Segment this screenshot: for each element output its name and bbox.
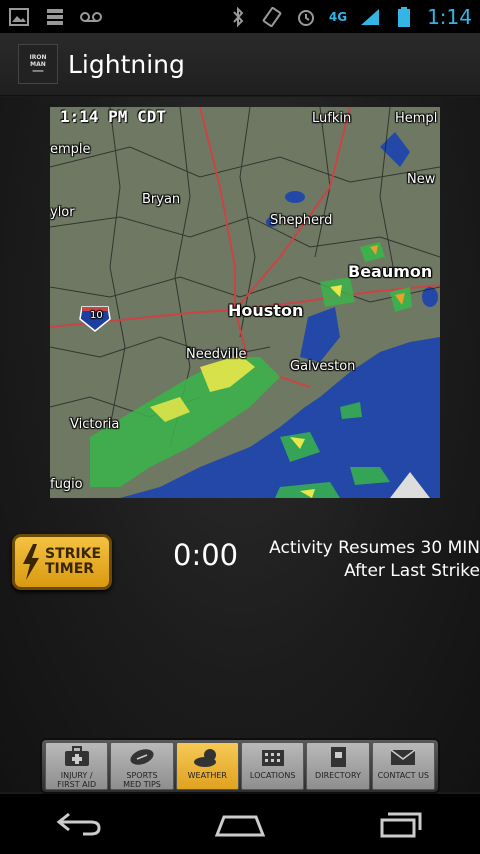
signal-icon [359, 7, 381, 27]
tab-label: LOCATIONS [249, 771, 296, 780]
map-label-refugio: fugio [50, 477, 83, 492]
tab-injury-first-aid[interactable]: INJURY / FIRST AID [45, 742, 109, 790]
tab-label: FIRST AID [57, 780, 97, 789]
tab-sports-med-tips[interactable]: SPORTS MED TIPS [110, 742, 174, 790]
network-type: 4G [328, 9, 348, 24]
strike-timer-button[interactable]: STRIKE TIMER [12, 534, 112, 590]
image-icon [8, 7, 30, 27]
system-nav-bar [0, 794, 480, 854]
bottom-tab-bar: INJURY / FIRST AID SPORTS MED TIPS WEATH… [40, 738, 440, 794]
page-title: Lightning [68, 49, 185, 79]
strike-button-line2: TIMER [45, 561, 95, 577]
action-bar: IRON MAN ━━━ Lightning [0, 33, 480, 96]
map-timestamp: 1:14 PM CDT [60, 107, 166, 126]
tab-label: INJURY / [60, 771, 93, 780]
ironman-logo-icon[interactable]: IRON MAN ━━━ [18, 44, 58, 84]
tab-directory[interactable]: DIRECTORY [306, 742, 370, 790]
map-label-temple: emple [50, 142, 91, 157]
status-clock: 1:14 [427, 4, 472, 29]
recent-apps-button[interactable] [370, 804, 430, 844]
weather-icon [194, 749, 217, 767]
tab-label: SPORTS [126, 771, 158, 780]
tab-label: MED TIPS [123, 780, 161, 789]
tab-locations[interactable]: LOCATIONS [240, 742, 305, 790]
status-bar: 4G 1:14 [0, 0, 480, 33]
rotate-icon [261, 6, 283, 27]
home-button[interactable] [210, 804, 270, 844]
tab-label: CONTACT US [377, 771, 430, 780]
interstate-number: 10 [90, 310, 103, 321]
lightning-radar-map: 1:14 PM CDT Lufkin Hempl emple Bryan ylo… [50, 107, 440, 498]
resume-line1: Activity Resumes 30 MIN [269, 538, 480, 558]
map-label-lufkin: Lufkin [312, 111, 352, 126]
tab-weather[interactable]: WEATHER [175, 742, 239, 790]
envelope-icon [390, 749, 416, 765]
map-label-beaumont: Beaumon [348, 262, 433, 281]
voicemail-icon [80, 7, 102, 27]
map-label-galveston: Galveston [290, 359, 356, 374]
back-button[interactable] [50, 804, 110, 844]
home-icon [214, 815, 266, 837]
map-label-needville: Needville [186, 347, 247, 362]
recent-apps-icon [380, 812, 422, 838]
alarm-icon [295, 7, 317, 27]
strike-timer-value: 0:00 [173, 538, 239, 572]
map-label-hempl: Hempl [395, 111, 438, 126]
storage-icon [44, 7, 66, 27]
strike-button-line1: STRIKE [45, 546, 102, 562]
activity-resume-notice: Activity Resumes 30 MIN After Last Strik… [260, 537, 480, 583]
lightning-bolt-icon [23, 544, 39, 580]
tab-label: DIRECTORY [315, 771, 361, 780]
resume-line2: After Last Strike [344, 561, 480, 581]
map-label-taylor: ylor [50, 205, 75, 220]
map-label-new: New [407, 172, 436, 187]
back-arrow-icon [56, 812, 101, 836]
book-icon [330, 747, 346, 767]
battery-icon [393, 6, 415, 27]
map-label-houston: Houston [228, 301, 304, 320]
map-label-bryan: Bryan [142, 192, 181, 207]
map-label-victoria: Victoria [70, 417, 120, 432]
map-label-shepherd: Shepherd [270, 213, 333, 228]
football-icon [130, 749, 154, 765]
bluetooth-icon [227, 6, 249, 27]
tab-contact-us[interactable]: CONTACT US [371, 742, 435, 790]
tab-label: WEATHER [187, 771, 227, 780]
first-aid-kit-icon [64, 746, 89, 766]
building-icon [261, 750, 284, 766]
